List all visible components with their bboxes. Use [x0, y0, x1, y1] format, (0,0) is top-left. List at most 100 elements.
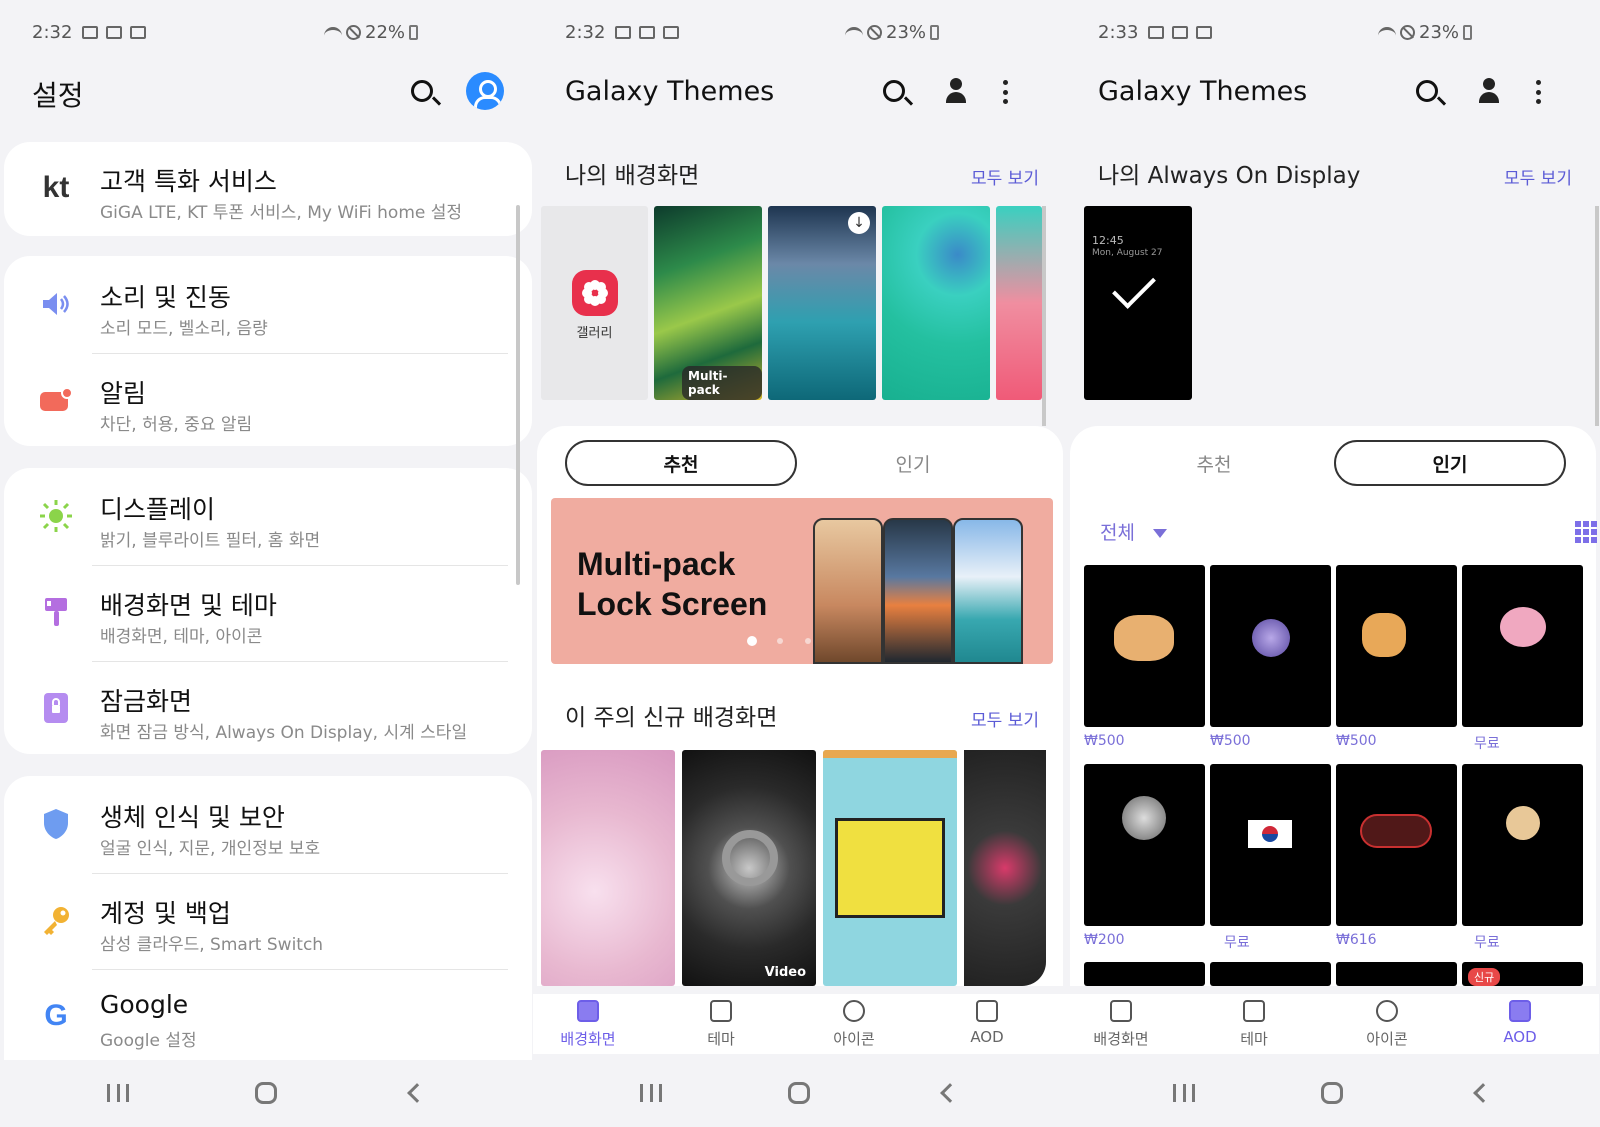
- account-icon[interactable]: [945, 78, 967, 104]
- download-icon[interactable]: ↓: [848, 212, 870, 234]
- tab-popular[interactable]: 인기: [1334, 440, 1566, 486]
- search-icon[interactable]: [883, 80, 905, 102]
- wallpaper-icon: [577, 1000, 599, 1022]
- tab-popular[interactable]: 인기: [797, 440, 1029, 486]
- aod-item[interactable]: [1336, 962, 1457, 986]
- back-icon[interactable]: [940, 1083, 960, 1103]
- settings-item-title: 계정 및 백업: [100, 899, 231, 928]
- settings-item-subtitle: 얼굴 인식, 지문, 개인정보 보호: [100, 839, 321, 859]
- wallpaper-thumbnail[interactable]: [964, 750, 1046, 986]
- promo-banner[interactable]: Multi-pack Lock Screen: [551, 498, 1053, 664]
- wallpaper-thumbnail[interactable]: Multi-pack: [654, 206, 762, 400]
- tab-bar: 추천 인기: [1066, 440, 1599, 486]
- battery-percent: 23%: [886, 22, 927, 43]
- settings-item-title: 고객 특화 서비스: [100, 167, 277, 196]
- home-icon[interactable]: [255, 1082, 277, 1104]
- search-icon[interactable]: [411, 80, 433, 102]
- scrollbar[interactable]: [1042, 206, 1046, 426]
- bottom-tab-aod[interactable]: AOD: [1475, 1000, 1565, 1046]
- wallpaper-thumbnail[interactable]: [541, 750, 675, 986]
- check-icon: [1112, 265, 1156, 309]
- bottom-tab-themes[interactable]: 테마: [676, 1000, 766, 1049]
- wallpaper-thumbnail[interactable]: [996, 206, 1042, 400]
- search-icon[interactable]: [1416, 80, 1438, 102]
- aod-item[interactable]: [1462, 764, 1583, 926]
- settings-item-biometrics[interactable]: 생체 인식 및 보안 얼굴 인식, 지문, 개인정보 보호: [4, 778, 532, 874]
- settings-item-google[interactable]: G Google Google 설정: [4, 970, 532, 1066]
- see-all-link[interactable]: 모두 보기: [1504, 164, 1572, 189]
- aod-item[interactable]: [1210, 565, 1331, 727]
- see-all-link[interactable]: 모두 보기: [971, 706, 1039, 731]
- gallery-label: 갤러리: [576, 326, 613, 341]
- wifi-icon: [1378, 26, 1396, 39]
- wallpaper-thumbnail[interactable]: [882, 206, 990, 400]
- settings-item-display[interactable]: 디스플레이 밝기, 블루라이트 필터, 홈 화면: [4, 470, 532, 566]
- more-options-icon[interactable]: [1003, 80, 1009, 104]
- status-bar: 2:32 23%: [533, 0, 1066, 64]
- bottom-tab-label: 배경화면: [560, 1030, 616, 1048]
- aod-item[interactable]: [1210, 962, 1331, 986]
- calendar-notification-icon: [130, 26, 146, 39]
- galaxy-themes-wallpapers-panel: 2:32 23% Galaxy Themes 나의 배경화면 모두 보기 갤러리…: [533, 0, 1066, 1127]
- scrollbar[interactable]: [1595, 206, 1599, 426]
- recent-apps-icon[interactable]: [1173, 1084, 1195, 1102]
- new-badge: 신규: [1468, 968, 1501, 986]
- aod-item[interactable]: [1084, 962, 1205, 986]
- aod-item[interactable]: [1336, 764, 1457, 926]
- bottom-tab-icons[interactable]: 아이콘: [809, 1000, 899, 1049]
- grid-view-icon[interactable]: [1575, 521, 1597, 543]
- aod-item[interactable]: [1462, 565, 1583, 727]
- wallpaper-thumbnail[interactable]: Video: [682, 750, 816, 986]
- wallpaper-thumbnail[interactable]: ↓: [768, 206, 876, 400]
- battery-icon: [1463, 25, 1473, 40]
- bottom-tab-aod[interactable]: AOD: [942, 1000, 1032, 1046]
- settings-item-wallpaper-themes[interactable]: 배경화면 및 테마 배경화면, 테마, 아이콘: [4, 566, 532, 662]
- icons-icon: [843, 1000, 865, 1022]
- back-icon[interactable]: [407, 1083, 427, 1103]
- home-icon[interactable]: [1321, 1082, 1343, 1104]
- settings-item-title: Google: [100, 990, 189, 1019]
- aod-item[interactable]: 신규: [1462, 962, 1583, 986]
- my-aod-thumbnail[interactable]: 12:45 Mon, August 27: [1084, 206, 1192, 400]
- tab-recommended[interactable]: 추천: [565, 440, 797, 486]
- see-all-link[interactable]: 모두 보기: [971, 164, 1039, 189]
- scrollbar[interactable]: [516, 205, 520, 585]
- carousel-dot[interactable]: [805, 638, 811, 644]
- carousel-dot[interactable]: [777, 638, 783, 644]
- status-time: 2:33: [1098, 22, 1139, 43]
- aod-item[interactable]: [1084, 764, 1205, 926]
- bottom-tab-label: AOD: [970, 1028, 1004, 1046]
- settings-item-customer-service[interactable]: kt 고객 특화 서비스 GiGA LTE, KT 투폰 서비스, My WiF…: [4, 142, 532, 238]
- settings-item-lock-screen[interactable]: 잠금화면 화면 잠금 방식, Always On Display, 시계 스타일: [4, 662, 532, 758]
- gear-icon: [722, 830, 778, 886]
- bottom-tab-icons[interactable]: 아이콘: [1342, 1000, 1432, 1049]
- gallery-tile[interactable]: 갤러리: [541, 206, 648, 400]
- banner-line1: Multi-pack: [577, 546, 736, 582]
- aod-item[interactable]: [1210, 764, 1331, 926]
- more-options-icon[interactable]: [1536, 80, 1542, 104]
- settings-item-subtitle: 배경화면, 테마, 아이콘: [100, 627, 263, 647]
- account-icon[interactable]: [1478, 78, 1500, 104]
- page-title: 설정: [32, 79, 84, 112]
- settings-item-title: 소리 및 진동: [100, 283, 231, 312]
- settings-item-sound[interactable]: 소리 및 진동 소리 모드, 벨소리, 음량: [4, 258, 532, 354]
- bottom-tab-themes[interactable]: 테마: [1209, 1000, 1299, 1049]
- wallpaper-thumbnail[interactable]: [823, 750, 957, 986]
- tab-recommended[interactable]: 추천: [1098, 440, 1330, 486]
- home-icon[interactable]: [788, 1082, 810, 1104]
- bottom-tab-wallpapers[interactable]: 배경화면: [1076, 1000, 1166, 1049]
- carousel-dot-active[interactable]: [747, 636, 757, 646]
- profile-avatar-icon[interactable]: [466, 72, 504, 110]
- bottom-tab-wallpapers[interactable]: 배경화면: [543, 1000, 633, 1049]
- settings-item-accounts-backup[interactable]: 계정 및 백업 삼성 클라우드, Smart Switch: [4, 874, 532, 970]
- youtube-notification-icon: [1172, 26, 1188, 39]
- settings-item-title: 잠금화면: [100, 687, 193, 716]
- back-icon[interactable]: [1473, 1083, 1493, 1103]
- battery-percent: 22%: [365, 22, 406, 43]
- filter-dropdown[interactable]: 전체: [1100, 518, 1168, 545]
- settings-item-notifications[interactable]: 알림 차단, 허용, 중요 알림: [4, 354, 532, 450]
- recent-apps-icon[interactable]: [107, 1084, 129, 1102]
- recent-apps-icon[interactable]: [640, 1084, 662, 1102]
- aod-item[interactable]: [1336, 565, 1457, 727]
- aod-item[interactable]: [1084, 565, 1205, 727]
